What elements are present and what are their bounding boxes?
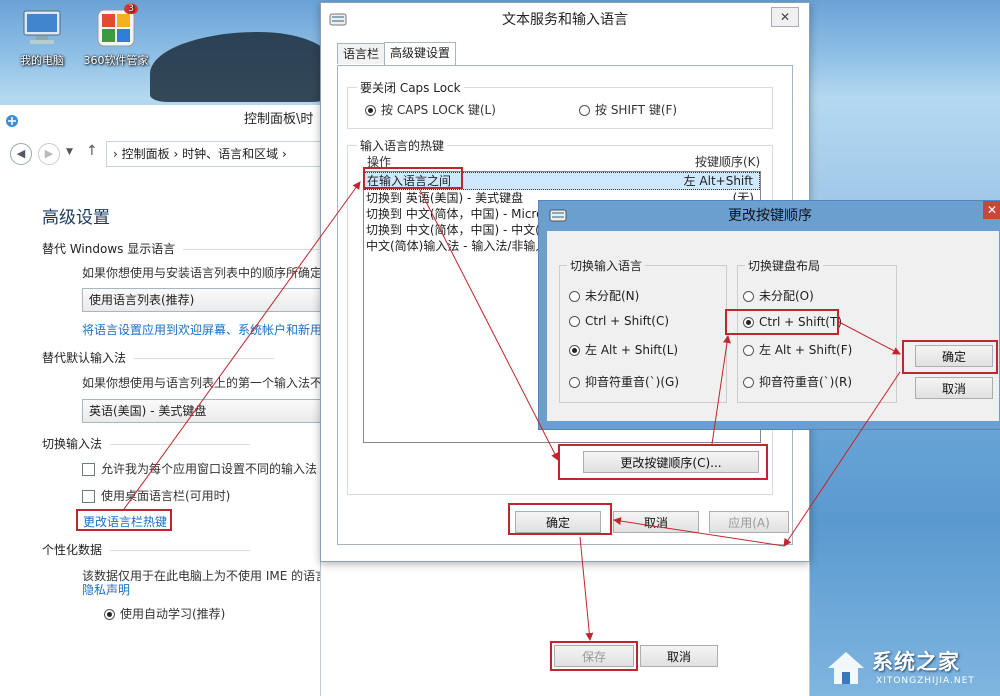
privacy-link[interactable]: 隐私声明 xyxy=(82,581,130,598)
watermark-name: 系统之家 xyxy=(872,646,960,676)
keyboard-icon xyxy=(549,207,567,226)
dialog-title: 更改按键顺序 xyxy=(539,201,1000,231)
desktop-icon-label: 360软件管家 xyxy=(84,54,149,67)
caps-lock-radio[interactable]: 按 CAPS LOCK 键(L) xyxy=(365,101,496,118)
control-panel-icon xyxy=(4,113,20,132)
radio-icon xyxy=(104,609,115,620)
layout-option-alt-shift[interactable]: 左 Alt + Shift(F) xyxy=(743,341,852,358)
section-switch-input: 切换输入法 xyxy=(42,435,250,452)
desktop-langbar-checkbox[interactable]: 使用桌面语言栏(可用时) xyxy=(82,487,230,504)
tab-bar: 语言栏高级键设置 xyxy=(337,43,455,65)
radio-icon xyxy=(569,291,580,302)
cp-cancel-button[interactable]: 取消 xyxy=(640,645,718,667)
breadcrumb-arrow-icon: › xyxy=(113,147,118,161)
dialog-title: 文本服务和输入语言 xyxy=(321,3,809,37)
page-title: 高级设置 xyxy=(42,203,110,228)
forward-icon[interactable]: ▶ xyxy=(38,143,60,165)
apply-settings-link[interactable]: 将语言设置应用到欢迎屏幕、系统帐户和新用 xyxy=(82,321,322,338)
radio-icon xyxy=(743,345,754,356)
section-personal-data: 个性化数据 xyxy=(42,541,250,558)
watermark-url: XITONGZHIJIA.NET xyxy=(876,676,975,686)
breadcrumb-item[interactable]: 时钟、语言和区域 xyxy=(182,147,278,161)
radio-icon xyxy=(569,316,580,327)
section-description: 如果你想使用与语言列表上的第一个输入法不 xyxy=(82,374,322,391)
group-title: 要关闭 Caps Lock xyxy=(357,79,464,96)
radio-icon xyxy=(569,345,580,356)
section-default-input: 替代默认输入法 xyxy=(42,349,274,366)
desktop-wallpaper-island xyxy=(150,32,330,102)
apply-button[interactable]: 应用(A) xyxy=(709,511,789,533)
display-language-select[interactable]: 使用语言列表(推荐) xyxy=(82,288,326,312)
highlight-box-change-sequence xyxy=(558,444,768,480)
lang-option-grave[interactable]: 抑音符重音(`)(G) xyxy=(569,373,679,390)
shift-radio[interactable]: 按 SHIFT 键(F) xyxy=(579,101,677,118)
highlight-box-ctrl-shift xyxy=(725,309,839,335)
tab-advanced-keys[interactable]: 高级键设置 xyxy=(384,42,456,65)
auto-learning-radio[interactable]: 使用自动学习(推荐) xyxy=(104,605,225,622)
lang-option-alt-shift[interactable]: 左 Alt + Shift(L) xyxy=(569,341,678,358)
badge-count: 3 xyxy=(124,4,138,14)
default-input-select[interactable]: 英语(美国) - 美式键盘 xyxy=(82,399,326,423)
highlight-box-save xyxy=(550,641,638,671)
breadcrumb-arrow-icon: › xyxy=(173,147,182,161)
up-icon[interactable]: ↑ xyxy=(86,143,98,159)
group-title: 切换键盘布局 xyxy=(745,257,823,274)
desktop-icon-computer[interactable]: 我的电脑 xyxy=(2,8,82,68)
checkbox-icon xyxy=(82,490,95,503)
highlight-box-hotkey-link xyxy=(76,509,172,531)
keyboard-icon xyxy=(329,11,347,30)
radio-icon xyxy=(569,377,580,388)
cancel-button[interactable]: 取消 xyxy=(613,511,699,533)
per-app-input-checkbox[interactable]: 允许我为每个应用窗口设置不同的输入法 xyxy=(82,460,317,477)
address-bar[interactable]: › 控制面板 › 时钟、语言和区域 › xyxy=(106,141,337,167)
radio-icon xyxy=(579,105,590,116)
radio-icon xyxy=(743,377,754,388)
radio-icon xyxy=(365,105,376,116)
section-description: 如果你想使用与安装语言列表中的顺序所确定的 xyxy=(82,264,322,281)
back-icon[interactable]: ◀ xyxy=(10,143,32,165)
breadcrumb-arrow-icon: › xyxy=(282,147,287,161)
ck-cancel-button[interactable]: 取消 xyxy=(915,377,993,399)
window-title: 控制面板\时 xyxy=(0,105,330,135)
column-header-sequence: 按键顺序(K) xyxy=(695,153,760,170)
breadcrumb-item[interactable]: 控制面板 xyxy=(122,147,170,161)
radio-icon xyxy=(743,291,754,302)
control-panel-lower-area xyxy=(320,560,810,696)
highlight-box-ck-ok xyxy=(902,340,998,374)
group-title: 切换输入语言 xyxy=(567,257,645,274)
highlight-box-row xyxy=(363,167,463,189)
app-360-icon: 3 xyxy=(94,8,138,48)
lang-option-ctrl-shift[interactable]: Ctrl + Shift(C) xyxy=(569,314,669,328)
history-dropdown-icon[interactable]: ▼ xyxy=(66,147,73,157)
site-watermark: 系统之家 XITONGZHIJIA.NET xyxy=(820,638,1000,696)
lang-option-unassigned[interactable]: 未分配(N) xyxy=(569,287,639,304)
close-icon[interactable]: ✕ xyxy=(771,7,799,27)
computer-icon xyxy=(20,8,64,48)
group-title: 输入语言的热键 xyxy=(357,137,447,154)
section-display-language: 替代 Windows 显示语言 xyxy=(42,240,323,257)
highlight-box-ok xyxy=(508,503,612,535)
desktop-icon-360[interactable]: 3 360软件管家 xyxy=(76,8,156,68)
desktop-icon-label: 我的电脑 xyxy=(20,54,64,67)
navigation-bar: ◀ ▶ ▼ ↑ › 控制面板 › 时钟、语言和区域 › xyxy=(0,141,330,167)
close-icon[interactable]: ✕ xyxy=(983,201,1000,219)
layout-option-unassigned[interactable]: 未分配(O) xyxy=(743,287,814,304)
tab-language-bar[interactable]: 语言栏 xyxy=(337,43,385,64)
checkbox-icon xyxy=(82,463,95,476)
control-panel-window: 控制面板\时 ◀ ▶ ▼ ↑ › 控制面板 › 时钟、语言和区域 › 高级设置 … xyxy=(0,105,331,696)
layout-option-grave[interactable]: 抑音符重音(`)(R) xyxy=(743,373,852,390)
house-logo-icon xyxy=(824,648,868,688)
